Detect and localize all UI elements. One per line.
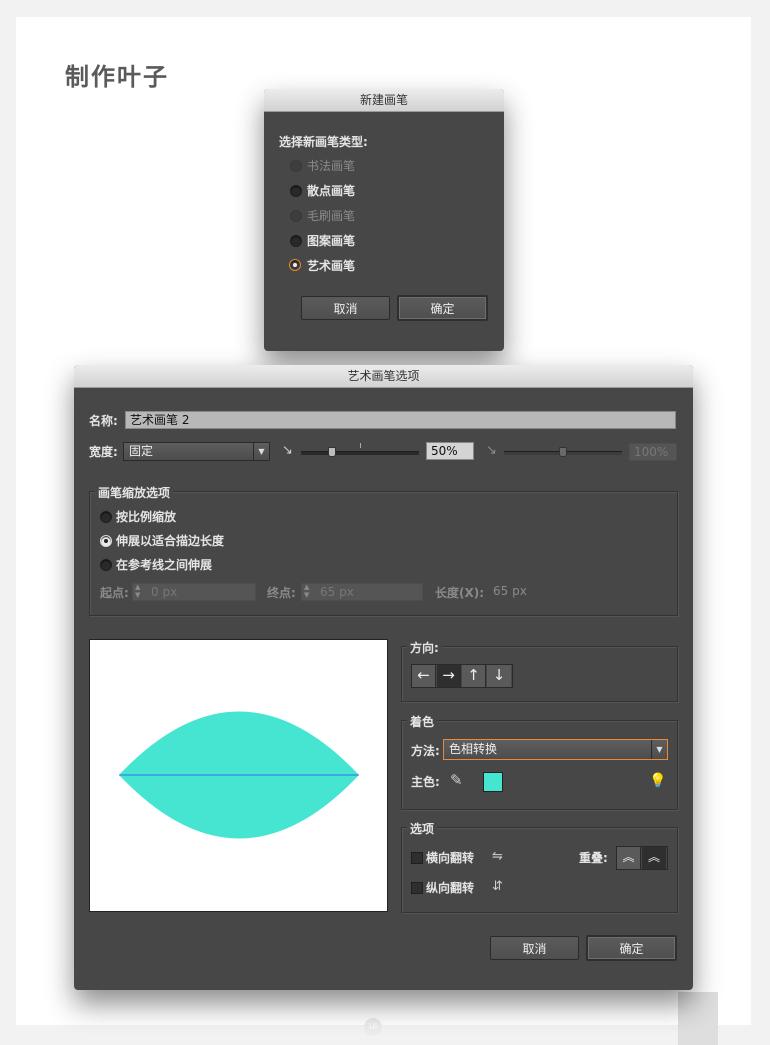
end-input: 65 px [301,583,423,601]
width-percent-input[interactable]: 50% [426,442,474,460]
key-color-label: 主色: [411,775,440,789]
overlap-no-adjust-icon[interactable]: ︽ [642,847,666,869]
tips-lightbulb-icon[interactable]: 💡 [649,773,666,789]
corner-decoration [678,992,718,1045]
method-select-value: 色相转换 [449,742,498,756]
flip-along-label: 横向翻转 [426,851,475,865]
eyedropper-icon[interactable]: ✎ [450,771,463,789]
cancel-button[interactable]: 取消 [301,296,390,320]
option-label-bristle: 毛刷画笔 [307,209,356,223]
radio-scatter-brush[interactable] [290,185,302,197]
start-label: 起点: [100,586,129,600]
radio-stretch-to-fit[interactable] [100,535,112,547]
width-slider-thumb[interactable] [328,447,336,457]
new-brush-dialog: 新建画笔 选择新画笔类型: 书法画笔 散点画笔 毛刷画笔 图案画笔 艺术画笔 取… [264,89,504,351]
end-label: 终点: [267,586,296,600]
method-select[interactable]: 色相转换 ▼ [443,739,668,760]
radio-bristle-brush [290,210,302,222]
option-label-calligraphic: 书法画笔 [307,159,356,173]
end-value: 65 px [320,585,354,599]
overlap-adjust-corners-icon[interactable]: ︽ [617,847,641,869]
max-width-icon: ↘ [486,443,497,458]
start-input: 0 px [132,583,256,601]
direction-up-button[interactable]: ↑ [462,665,486,687]
cancel-button[interactable]: 取消 [490,936,579,960]
key-color-swatch[interactable] [483,772,503,792]
options-group [401,827,678,913]
width-max-slider-thumb [559,447,567,457]
overlap-buttons: ︽ ︽ [616,846,668,870]
colorization-title: 着色 [407,713,438,730]
end-stepper-icon: ▲ ▼ [304,583,310,599]
brush-type-prompt: 选择新画笔类型: [279,135,368,149]
options-title: 选项 [407,820,438,837]
watermark-logo: UI [364,1018,382,1036]
method-label: 方法: [411,744,440,758]
new-brush-title: 新建画笔 [264,89,504,112]
radio-calligraphic-brush [290,160,302,172]
flip-along-icon: ⇋ [492,849,503,864]
radio-art-brush[interactable] [289,259,301,271]
radio-stretch-between-guides[interactable] [100,559,112,571]
option-label-art: 艺术画笔 [307,259,356,273]
direction-left-button[interactable]: ← [412,665,436,687]
length-value: 65 px [493,584,527,598]
scale-option-stretch: 伸展以适合描边长度 [116,534,225,548]
length-label: 长度(X): [435,586,485,600]
colorization-group [401,720,678,810]
width-select-value: 固定 [129,444,154,458]
chevron-down-icon: ▼ [253,443,269,460]
name-input[interactable]: 艺术画笔 2 [125,411,676,429]
ok-button[interactable]: 确定 [397,295,488,321]
width-select[interactable]: 固定 ▼ [123,442,270,461]
slider-tick [360,443,361,448]
page-heading: 制作叶子 [65,63,169,91]
brush-preview [89,639,388,912]
start-stepper-icon: ▲ ▼ [135,583,141,599]
name-label: 名称: [89,414,118,428]
flip-along-checkbox[interactable] [411,852,423,864]
chevron-down-icon: ▼ [651,740,667,759]
scale-options-title: 画笔缩放选项 [95,484,174,501]
direction-buttons: ← → ↑ ↓ [411,664,513,688]
width-label: 宽度: [89,445,118,459]
scale-option-guides: 在参考线之间伸展 [116,558,213,572]
option-label-pattern: 图案画笔 [307,234,356,248]
scale-option-proportional: 按比例缩放 [116,510,177,524]
start-value: 0 px [151,585,178,599]
flip-across-label: 纵向翻转 [426,881,475,895]
art-brush-options-title: 艺术画笔选项 [74,365,693,388]
width-max-percent-input: 100% [629,443,677,461]
flip-across-checkbox[interactable] [411,882,423,894]
leaf-preview-graphic [119,711,359,839]
art-brush-options-dialog: 艺术画笔选项 名称: 艺术画笔 2 宽度: 固定 ▼ ↘ 50% ↘ 100% … [74,365,693,990]
radio-scale-proportionally[interactable] [100,511,112,523]
radio-pattern-brush[interactable] [290,235,302,247]
overlap-label: 重叠: [579,851,608,865]
width-slider[interactable] [301,451,419,455]
option-label-scatter: 散点画笔 [307,184,356,198]
direction-title: 方向: [407,639,442,656]
direction-down-button[interactable]: ↓ [487,665,511,687]
flip-across-icon: ⇵ [492,879,503,894]
ok-button[interactable]: 确定 [586,935,677,961]
min-width-icon: ↘ [282,443,293,458]
direction-right-button[interactable]: → [437,665,461,687]
